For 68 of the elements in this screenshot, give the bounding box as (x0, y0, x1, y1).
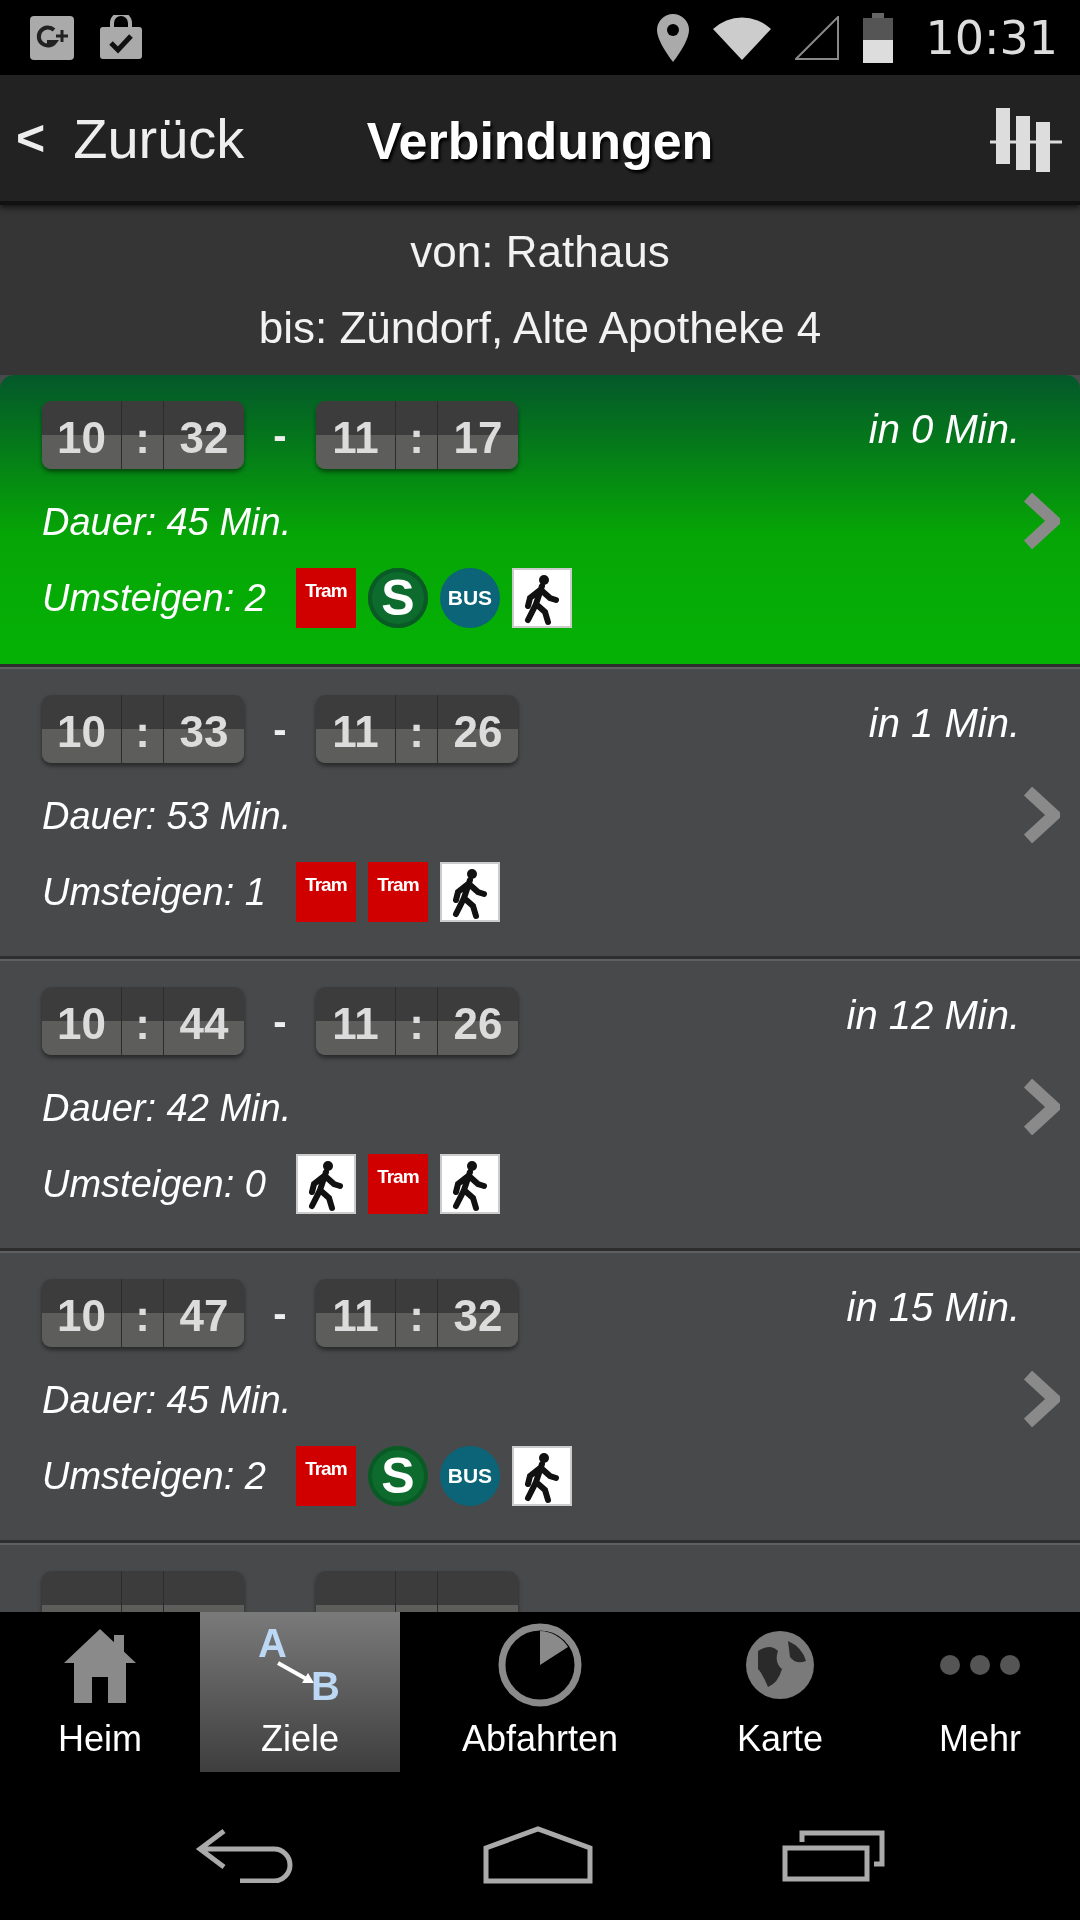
recent-apps-icon[interactable] (781, 1828, 886, 1882)
status-time: 10:31 (925, 10, 1058, 65)
screen-title: Verbindungen (366, 111, 714, 171)
chevron-icon (1022, 493, 1060, 549)
pedestrian-icon (511, 1446, 572, 1506)
countdown-text: in 0 Min. (868, 406, 1020, 452)
signal-icon (795, 15, 840, 60)
arrival-time: 11 : 26 (316, 695, 518, 763)
tram-badge: Tram (295, 1446, 356, 1506)
departure-time: 10 : 32 (42, 401, 244, 469)
countdown-text: in 1 Min. (868, 700, 1020, 746)
time-dash: - (272, 412, 288, 458)
s-bahn-badge: S (367, 568, 428, 628)
shopping-bag-icon (98, 14, 144, 61)
connection-card[interactable]: 10 : 33 - 11 : 26 in 1 Min. Dauer: 53 Min. Umsteigen: 1 Tram Tram (0, 667, 1080, 959)
chevron-icon (1022, 787, 1060, 843)
destination-text: bis: Zündorf, Alte Apotheke 4 (258, 303, 822, 353)
duration-text: Dauer: 53 Min. (42, 795, 293, 838)
tab-bar-item[interactable]: Abfahrten (400, 1612, 680, 1772)
tram-badge: Tram (367, 1154, 428, 1214)
transfers-text: Umsteigen: 1 (42, 870, 266, 914)
chevron-icon (1022, 1371, 1060, 1427)
time-dash: - (272, 706, 288, 752)
duration-text: Dauer: 45 Min. (42, 501, 293, 544)
clock-icon (496, 1621, 584, 1709)
google-plus-icon (30, 15, 74, 60)
time-dash: - (272, 1290, 288, 1336)
connection-card[interactable]: 10 : 47 - 11 : 32 in 15 Min. Dauer: 45 Min. Umsteigen: 2 Tram S BUS (0, 1251, 1080, 1543)
s-bahn-badge: S (367, 1446, 428, 1506)
duration-text: Dauer: 45 Min. (42, 1379, 293, 1422)
tab-bar-item[interactable]: Karte (680, 1612, 880, 1772)
time-dash: - (272, 998, 288, 1044)
pedestrian-icon (511, 568, 572, 628)
connection-card[interactable]: 10 : 44 - 11 : 26 in 12 Min. Dauer: 42 Min. Umsteigen: 0 Tram (0, 959, 1080, 1251)
pedestrian-icon (439, 1154, 500, 1214)
departure-time: 10 : 47 (42, 1279, 244, 1347)
departure-time: 10 : 44 (42, 987, 244, 1055)
pedestrian-icon (295, 1154, 356, 1214)
tab-bar-item[interactable]: A B Ziele (200, 1612, 400, 1772)
bus-badge: BUS (439, 1446, 500, 1506)
wifi-icon (713, 15, 772, 60)
more-icon (938, 1653, 1022, 1677)
chevron-icon (1022, 1079, 1060, 1135)
origin-text: von: Rathaus (410, 227, 670, 277)
countdown-text: in 12 Min. (846, 992, 1020, 1038)
tab-bar-item[interactable]: Mehr (880, 1612, 1080, 1772)
arrival-time: 11 : 26 (316, 987, 518, 1055)
countdown-text: in 15 Min. (846, 1284, 1020, 1330)
transfers-text: Umsteigen: 2 (42, 576, 266, 620)
arrival-time: 11 : 17 (316, 401, 518, 469)
globe-icon (744, 1629, 816, 1701)
duration-text: Dauer: 42 Min. (42, 1087, 293, 1130)
tram-badge: Tram (295, 862, 356, 922)
transfers-text: Umsteigen: 0 (42, 1162, 266, 1206)
arrival-time: 11 : 32 (316, 1279, 518, 1347)
tram-badge: Tram (367, 862, 428, 922)
back-button[interactable]: < Zurück (16, 105, 245, 171)
tram-badge: Tram (295, 568, 356, 628)
connection-card[interactable]: 10 : 32 - 11 : 17 in 0 Min. Dauer: 45 Min. Umsteigen: 2 Tram S BUS (0, 375, 1080, 667)
location-pin-icon (657, 13, 690, 62)
home-nav-icon[interactable] (483, 1826, 593, 1884)
tab-bar-item[interactable]: Heim (0, 1612, 200, 1772)
bus-badge: BUS (439, 568, 500, 628)
transfers-text: Umsteigen: 2 (42, 1454, 266, 1498)
departure-time: 10 : 33 (42, 695, 244, 763)
battery-icon (863, 12, 894, 63)
back-nav-icon[interactable] (194, 1827, 295, 1883)
pedestrian-icon (439, 862, 500, 922)
